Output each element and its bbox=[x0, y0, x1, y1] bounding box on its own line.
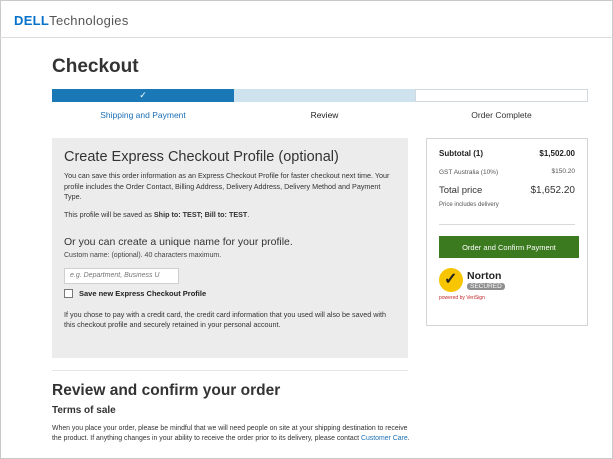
express-checkout-panel: Create Express Checkout Profile (optiona… bbox=[52, 138, 408, 358]
dell-technologies-logo[interactable]: DELLTechnologies bbox=[14, 13, 129, 28]
total-value: $1,652.20 bbox=[530, 185, 576, 196]
unique-name-heading: Or you can create a unique name for your… bbox=[64, 236, 293, 248]
step-order-complete: Order Complete bbox=[471, 110, 532, 120]
total-label: Total price bbox=[439, 185, 483, 196]
norton-secured-badge[interactable]: ✓ Norton SECURED bbox=[439, 268, 575, 292]
subtotal-row: Subtotal (1) $1,502.00 bbox=[439, 149, 575, 158]
custom-name-input[interactable] bbox=[64, 267, 179, 284]
express-checkout-intro: You can save this order information as a… bbox=[64, 171, 390, 201]
step-review: Review bbox=[310, 110, 339, 120]
logo-technologies: Technologies bbox=[49, 13, 129, 28]
norton-text: Norton SECURED bbox=[467, 269, 505, 290]
terms-body: When you place your order, please be min… bbox=[52, 425, 408, 442]
page-title: Checkout bbox=[52, 56, 139, 77]
terms-of-sale-title: Terms of sale bbox=[52, 405, 116, 416]
section-divider bbox=[52, 370, 408, 371]
review-section-title: Review and confirm your order bbox=[52, 382, 281, 399]
gst-label: GST Australia (10%) bbox=[439, 169, 499, 176]
saved-as-suffix: . bbox=[247, 209, 250, 219]
credit-card-note: If you chose to pay with a credit card, … bbox=[64, 309, 387, 330]
customer-care-link[interactable]: Customer Care bbox=[361, 435, 408, 442]
logo-dell: DELL bbox=[14, 13, 50, 28]
summary-divider bbox=[439, 224, 575, 225]
subtotal-value: $1,502.00 bbox=[539, 149, 575, 158]
subtotal-label: Subtotal (1) bbox=[439, 149, 483, 158]
custom-name-label-text: Custom name: (optional). bbox=[64, 252, 143, 259]
norton-check-icon: ✓ bbox=[439, 268, 463, 292]
powered-by-verisign: powered by VeriSign bbox=[439, 295, 485, 301]
saved-as-value: Ship to: TEST; Bill to: TEST bbox=[153, 209, 248, 219]
save-profile-label[interactable]: Save new Express Checkout Profile bbox=[79, 289, 206, 298]
norton-name: Norton bbox=[467, 269, 502, 282]
checkout-progress-bar: ✓ bbox=[52, 89, 588, 102]
check-icon: ✓ bbox=[139, 90, 147, 100]
profile-saved-as: This profile will be saved as Ship to: T… bbox=[64, 210, 396, 221]
custom-name-label: Custom name: (optional). 40 characters m… bbox=[64, 252, 396, 259]
step-shipping-and-payment[interactable]: Shipping and Payment bbox=[52, 110, 234, 120]
norton-secured-label: SECURED bbox=[467, 282, 505, 290]
terms-of-sale-text: When you place your order, please be min… bbox=[52, 424, 417, 444]
header: DELLTechnologies bbox=[0, 0, 613, 38]
custom-name-hint: 40 characters maximum. bbox=[144, 252, 222, 259]
progress-segment-shipping: ✓ bbox=[52, 89, 234, 102]
gst-value: $150.20 bbox=[551, 168, 576, 175]
saved-as-prefix: This profile will be saved as bbox=[64, 209, 154, 219]
total-row: Total price $1,652.20 bbox=[439, 185, 575, 196]
order-and-confirm-payment-button[interactable]: Order and Confirm Payment bbox=[439, 236, 579, 258]
gst-row: GST Australia (10%) $150.20 bbox=[439, 168, 575, 177]
progress-segment-complete bbox=[415, 89, 588, 102]
express-checkout-title: Create Express Checkout Profile (optiona… bbox=[64, 149, 339, 165]
save-profile-row[interactable]: Save new Express Checkout Profile bbox=[64, 288, 396, 298]
order-summary: Subtotal (1) $1,502.00 GST Australia (10… bbox=[426, 138, 588, 326]
progress-segment-review bbox=[234, 89, 415, 102]
save-profile-checkbox[interactable] bbox=[64, 288, 73, 298]
terms-end: . bbox=[407, 435, 410, 442]
price-includes-delivery: Price includes delivery bbox=[439, 202, 499, 208]
